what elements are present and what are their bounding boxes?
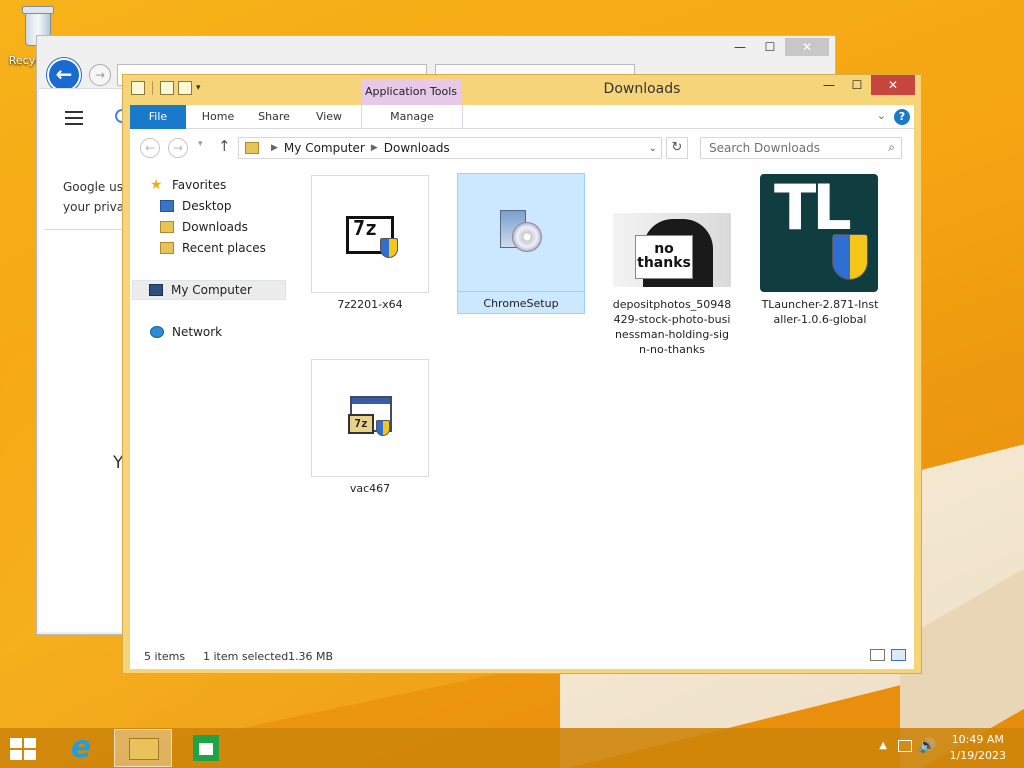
minimize-button[interactable]: —	[725, 38, 755, 56]
status-bar: 5 items 1 item selected 1.36 MB	[130, 645, 914, 669]
search-input[interactable]: Search Downloads ⌕	[700, 137, 902, 159]
file-name: ChromeSetup	[483, 297, 559, 310]
view-switcher	[870, 649, 906, 661]
file-item[interactable]: TL TLauncher-2.871-Inst aller-1.0.6-glob…	[760, 174, 880, 327]
maximize-button[interactable]: ☐	[843, 75, 871, 95]
store-icon	[193, 735, 219, 761]
file-name: TLauncher-2.871-Inst aller-1.0.6-global	[761, 298, 879, 326]
selection-info: 1 item selected	[203, 650, 289, 663]
ribbon: File Home Share View Manage ⌄ ?	[130, 105, 914, 129]
recent-locations-icon[interactable]: ▾	[198, 139, 203, 149]
large-icons-view-icon[interactable]	[891, 649, 906, 661]
close-button[interactable]: ✕	[785, 38, 829, 56]
forward-button[interactable]: →	[89, 64, 111, 86]
star-icon: ★	[150, 177, 163, 193]
file-item[interactable]: no thanks depositphotos_50948 429-stock-…	[612, 175, 732, 357]
downloads-folder-icon	[160, 221, 174, 233]
folder-icon	[245, 142, 259, 154]
no-thanks-sign: no thanks	[635, 235, 693, 279]
file-explorer-window[interactable]: ▾ Application Tools Downloads — ☐ ✕ File…	[122, 74, 922, 674]
photo-thumbnail: no thanks	[613, 213, 731, 287]
explorer-titlebar: ▾ Application Tools Downloads — ☐ ✕	[123, 75, 921, 105]
file-name: 7z2201-x64	[337, 298, 403, 311]
start-button[interactable]	[10, 738, 36, 760]
taskbar-store[interactable]	[176, 729, 234, 767]
back-button[interactable]: ←	[140, 138, 160, 158]
clock-date: 1/19/2023	[949, 749, 1006, 762]
nav-my-computer[interactable]: My Computer	[132, 280, 286, 300]
chevron-down-icon[interactable]: ⌄	[649, 143, 657, 154]
tab-share[interactable]: Share	[248, 105, 300, 129]
breadcrumb-downloads[interactable]: Downloads	[384, 141, 450, 155]
volume-icon[interactable]: 🔊	[919, 738, 936, 754]
file-thumbnail: no thanks	[613, 175, 731, 293]
tab-file[interactable]: File	[130, 105, 186, 129]
uac-shield-icon	[832, 234, 868, 280]
search-icon: ⌕	[888, 140, 895, 154]
setup-cd-icon	[498, 210, 544, 254]
nav-downloads[interactable]: Downloads	[160, 217, 248, 237]
tab-home[interactable]: Home	[192, 105, 244, 129]
chevron-right-icon[interactable]: ▶	[271, 143, 278, 153]
recent-places-icon	[160, 242, 174, 254]
network-tray-icon[interactable]	[898, 740, 912, 752]
file-list: 7z2201-x64 ChromeSetup no	[302, 165, 914, 645]
uac-shield-icon	[380, 238, 398, 258]
desktop-icon	[160, 200, 174, 212]
tab-view[interactable]: View	[304, 105, 354, 129]
chevron-right-icon[interactable]: ▶	[371, 143, 378, 153]
nav-network[interactable]: Network	[150, 322, 222, 342]
navigation-pane: ★ Favorites Desktop Downloads Recent pla…	[130, 165, 292, 645]
breadcrumb-my-computer[interactable]: My Computer	[284, 141, 365, 155]
uac-shield-icon	[376, 420, 390, 436]
back-button[interactable]: ←	[47, 58, 81, 92]
file-item[interactable]: 7z2201-x64	[310, 175, 430, 312]
privacy-text: Google use your privac	[63, 180, 131, 214]
address-bar[interactable]: ▶ My Computer ▶ Downloads ⌄	[238, 137, 662, 159]
taskbar-internet-explorer[interactable]: e	[52, 729, 110, 767]
nav-favorites[interactable]: ★ Favorites	[150, 175, 226, 195]
clock-time: 10:49 AM	[951, 733, 1004, 746]
close-button[interactable]: ✕	[871, 75, 915, 95]
menu-icon[interactable]	[65, 111, 83, 129]
clock[interactable]: 10:49 AM 1/19/2023	[950, 732, 1006, 764]
tab-manage[interactable]: Manage	[361, 105, 463, 129]
help-icon[interactable]: ?	[894, 109, 910, 125]
file-thumbnail: TL	[760, 174, 879, 293]
up-icon[interactable]: ↑	[218, 137, 231, 155]
computer-icon	[149, 284, 163, 296]
show-hidden-icons-icon[interactable]: ▲	[879, 740, 887, 751]
window-title: Downloads	[603, 81, 681, 97]
selection-size: 1.36 MB	[288, 650, 334, 663]
details-view-icon[interactable]	[870, 649, 885, 661]
maximize-button[interactable]: ☐	[755, 38, 785, 56]
file-name: depositphotos_50948 429-stock-photo-busi…	[612, 298, 732, 356]
file-name: vac467	[349, 482, 391, 495]
taskbar-file-explorer[interactable]	[114, 729, 172, 767]
tlauncher-icon: TL	[760, 174, 878, 292]
7zip-archive-window-icon: 7z	[348, 396, 396, 440]
item-count: 5 items	[144, 650, 186, 663]
file-item[interactable]: ChromeSetup	[457, 173, 585, 314]
file-explorer-icon	[129, 738, 159, 760]
expand-ribbon-icon[interactable]: ⌄	[877, 109, 886, 122]
internet-explorer-icon: e	[70, 730, 92, 765]
refresh-button[interactable]: ↻	[666, 137, 688, 159]
explorer-body: ★ Favorites Desktop Downloads Recent pla…	[130, 165, 914, 645]
taskbar: e ▲ 🔊 10:49 AM 1/19/2023	[0, 728, 1024, 768]
forward-button[interactable]: →	[168, 138, 188, 158]
browser-window-controls: — ☐ ✕	[725, 38, 829, 56]
minimize-button[interactable]: —	[815, 75, 843, 95]
nav-desktop[interactable]: Desktop	[160, 196, 232, 216]
file-thumbnail: 7z	[311, 359, 429, 477]
navigation-bar: ← → ▾ ↑ ▶ My Computer ▶ Downloads ⌄ ↻ Se…	[130, 129, 914, 165]
network-icon	[150, 326, 164, 338]
nav-recent-places[interactable]: Recent places	[160, 238, 266, 258]
file-thumbnail	[311, 175, 429, 293]
file-item[interactable]: 7z vac467	[310, 359, 430, 496]
window-controls: — ☐ ✕	[815, 75, 915, 95]
file-thumbnail	[458, 174, 584, 292]
